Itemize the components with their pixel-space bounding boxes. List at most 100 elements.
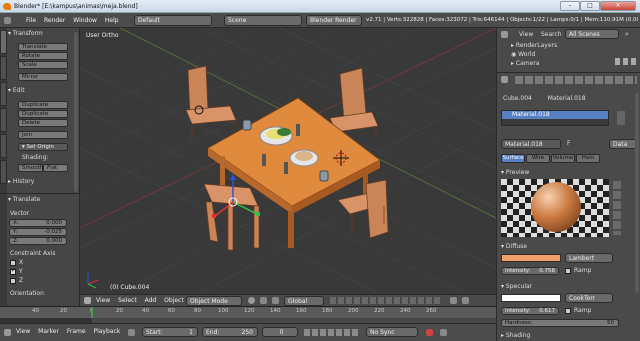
outliner-item[interactable]: ◉ World <box>511 51 535 58</box>
shading-panel-header[interactable]: ▸ Shading <box>501 332 530 339</box>
auto-keyframe-icon[interactable] <box>426 329 433 336</box>
pivot-point-icon[interactable] <box>260 297 267 304</box>
menu-object[interactable]: Object <box>164 295 184 306</box>
timeline-menu-frame[interactable]: Frame <box>67 324 86 340</box>
timeline-menu-view[interactable]: View <box>16 324 30 340</box>
material-slot-list[interactable]: Material.018 <box>501 110 609 126</box>
end-frame-field[interactable]: End: 250 <box>202 327 258 337</box>
vector-y-field[interactable]: Y: -0.025 <box>9 228 67 236</box>
preview-type-buttons[interactable] <box>613 181 621 235</box>
tab-tools[interactable] <box>0 30 7 54</box>
timeline-editor-icon[interactable] <box>4 329 11 336</box>
orientation-select[interactable]: Global <box>284 296 324 306</box>
tab-animation[interactable] <box>0 108 7 132</box>
constraint-x-checkbox[interactable] <box>10 260 16 266</box>
duplicate-linked-button[interactable]: Duplicate Linked <box>18 110 68 124</box>
properties-editor-icon[interactable] <box>501 76 508 83</box>
tab-surface[interactable]: Surface <box>501 154 525 163</box>
timeline-menu-playback[interactable]: Playback <box>93 324 120 340</box>
duplicate-button[interactable]: Duplicate <box>18 101 68 109</box>
outliner-menu-search[interactable]: Search <box>541 31 562 38</box>
rotate-button[interactable]: Rotate <box>18 52 68 60</box>
menu-help[interactable]: Help <box>105 13 119 28</box>
scale-button[interactable]: Scale <box>18 61 68 69</box>
tab-halo[interactable]: Halo <box>576 154 600 163</box>
outliner-editor-icon[interactable] <box>501 31 508 38</box>
tab-create[interactable] <box>0 56 7 80</box>
edit-panel-header[interactable]: ▾ Edit <box>8 87 70 96</box>
mirror-button[interactable]: Mirror <box>18 73 68 81</box>
properties-scrollbar[interactable] <box>635 93 639 293</box>
screen-layout-select[interactable]: Default <box>134 15 212 26</box>
diffuse-panel-header[interactable]: ▾ Diffuse <box>501 243 527 250</box>
diffuse-color-swatch[interactable] <box>501 254 561 262</box>
menu-file[interactable]: File <box>26 13 36 28</box>
layer-buttons[interactable] <box>330 297 440 304</box>
diffuse-ramp-checkbox[interactable] <box>565 268 571 274</box>
start-frame-field[interactable]: Start: 1 <box>142 327 198 337</box>
current-frame-field[interactable]: 0 <box>262 327 298 337</box>
preview-range-icon[interactable] <box>128 329 135 336</box>
constraint-y-checkbox[interactable]: ✓ <box>10 267 16 275</box>
material-name-field[interactable]: Material.018 <box>501 139 561 149</box>
specular-ramp-checkbox[interactable] <box>565 308 571 314</box>
constraint-z-checkbox[interactable] <box>10 278 16 284</box>
chair-back-left[interactable] <box>185 65 237 140</box>
timeline-menu-marker[interactable]: Marker <box>38 324 59 340</box>
info-editor-icon[interactable] <box>4 17 11 24</box>
render-preview-icon[interactable] <box>462 297 469 304</box>
vector-x-field[interactable]: X: 0.000 <box>9 219 67 227</box>
tab-grease-pencil[interactable] <box>0 160 7 184</box>
mode-select[interactable]: Object Mode <box>186 296 242 306</box>
menu-view[interactable]: View <box>96 295 110 306</box>
data-link-select[interactable]: Data <box>609 139 637 149</box>
translate-button[interactable]: Translate <box>18 43 68 51</box>
snap-icon[interactable] <box>450 297 457 304</box>
operator-panel-header[interactable]: ▾ Translate <box>8 196 70 205</box>
join-button[interactable]: Join <box>18 131 68 139</box>
menu-add[interactable]: Add <box>145 295 157 306</box>
fake-user-toggle[interactable]: F <box>567 140 570 147</box>
slot-add-remove[interactable] <box>617 111 625 125</box>
diffuse-intensity-field[interactable]: Intensity: 0.758 <box>501 267 559 275</box>
viewport-shading-icon[interactable] <box>248 297 255 304</box>
material-slot-item[interactable]: Material.018 <box>502 111 608 119</box>
specular-intensity-field[interactable]: Intensity: 0.617 <box>501 307 559 315</box>
outliner-item[interactable]: ▸ Camera <box>511 60 539 67</box>
shade-flat-button[interactable]: Flat <box>43 164 68 172</box>
tab-wire[interactable]: Wire <box>526 154 550 163</box>
history-panel-header[interactable]: ▸ History <box>8 178 70 187</box>
shade-smooth-button[interactable]: Smooth <box>18 164 43 172</box>
set-origin-menu[interactable]: ▾ Set Origin <box>18 143 68 151</box>
tab-physics[interactable] <box>0 134 7 158</box>
specular-color-swatch[interactable] <box>501 294 561 302</box>
sync-mode-select[interactable]: No Sync <box>366 327 418 337</box>
scene-select[interactable]: Scene <box>224 15 302 26</box>
hardness-field[interactable]: Hardness: 50 <box>501 319 619 327</box>
outliner-menu-view[interactable]: View <box>519 31 533 38</box>
menu-select[interactable]: Select <box>118 295 137 306</box>
playback-controls[interactable] <box>304 329 360 336</box>
toolshelf-scrollbar[interactable] <box>74 32 78 192</box>
keying-set-icon[interactable] <box>440 329 447 336</box>
transform-panel-header[interactable]: ▾ Transform <box>8 30 70 39</box>
specular-panel-header[interactable]: ▾ Specular <box>501 283 532 290</box>
context-tabs[interactable] <box>515 76 637 84</box>
vector-z-field[interactable]: Z: 0.000 <box>9 237 67 245</box>
menu-render[interactable]: Render <box>44 13 65 28</box>
editor-type-icon[interactable] <box>84 297 91 304</box>
delete-button[interactable]: Delete <box>18 119 68 127</box>
maximize-button[interactable]: □ <box>580 1 600 11</box>
outliner-item[interactable]: ▸ RenderLayers <box>511 42 557 49</box>
diffuse-shader-select[interactable]: Lambert <box>565 253 613 263</box>
tab-volume[interactable]: Volume <box>551 154 575 163</box>
3d-viewport[interactable]: User Ortho (0) Cube.004 <box>80 28 496 294</box>
timeline-ruler[interactable]: 40 20 0 20 40 60 80 100 120 140 160 180 … <box>0 306 496 324</box>
outliner-search-icon[interactable]: ⌕ <box>625 30 629 39</box>
menu-window[interactable]: Window <box>73 13 97 28</box>
preview-panel-header[interactable]: ▾ Preview <box>501 169 529 176</box>
minimize-button[interactable]: – <box>560 1 580 11</box>
close-window-button[interactable]: ✕ <box>600 1 636 11</box>
tab-relations[interactable] <box>0 82 7 106</box>
specular-shader-select[interactable]: CookTorr <box>565 293 613 303</box>
